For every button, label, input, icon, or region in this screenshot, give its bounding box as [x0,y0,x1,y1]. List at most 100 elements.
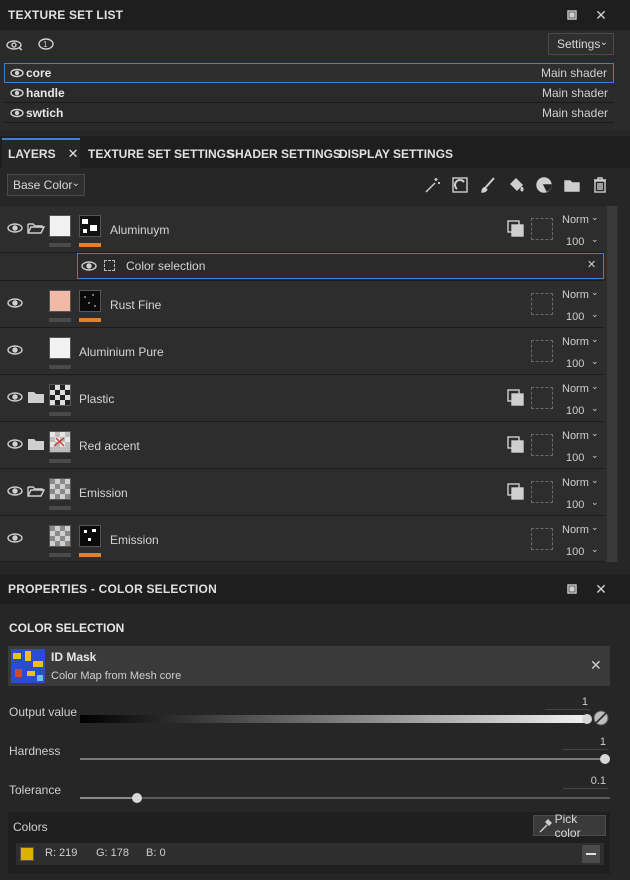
texture-set-row-handle[interactable]: handle Main shader [4,83,614,103]
blend-mode[interactable]: Norm [562,336,589,348]
id-mask-card[interactable]: ID Mask Color Map from Mesh core ✕ [8,646,610,686]
blend-mode[interactable]: Norm [562,383,589,395]
layer-opacity[interactable]: 100 [566,546,584,558]
chevron-down-icon[interactable]: ⌄ [591,381,599,392]
tolerance-slider-track[interactable] [80,797,610,799]
chevron-down-icon[interactable]: ⌄ [591,287,599,298]
chevron-down-icon[interactable]: ⌄ [591,234,599,245]
layer-name[interactable]: Red accent [79,439,140,453]
geometry-mask-icon[interactable] [507,483,525,501]
add-effect-wand-icon[interactable] [421,174,443,196]
layer-opacity[interactable]: 100 [566,452,584,464]
texture-set-row-core[interactable]: core Main shader [4,63,614,83]
color-swatch[interactable] [20,847,34,861]
delete-trash-icon[interactable] [589,174,611,196]
chevron-down-icon[interactable]: ⌄ [591,497,599,508]
eye-icon[interactable] [7,438,23,450]
eye-icon[interactable] [7,297,23,309]
eye-icon[interactable] [7,485,23,497]
texture-set-shader[interactable]: Main shader [542,106,608,120]
chevron-down-icon[interactable]: ⌄ [591,475,599,486]
tab-shader-settings[interactable]: SHADER SETTINGS [227,140,341,168]
color-picker-disabled-icon[interactable] [593,710,609,726]
tab-display-settings[interactable]: DISPLAY SETTINGS [339,140,453,168]
blend-mode[interactable]: Norm [562,477,589,489]
hardness-knob[interactable] [600,754,610,764]
output-value-number[interactable]: 1 [548,696,588,708]
undock-icon[interactable] [561,575,583,603]
hardness-slider-track[interactable] [80,758,605,760]
chevron-down-icon[interactable]: ⌄ [591,450,599,461]
texture-set-shader[interactable]: Main shader [542,86,608,100]
channel-dropdown[interactable]: Base Color ⌄ [7,174,85,196]
eye-icon[interactable] [7,391,23,403]
blend-mode[interactable]: Norm [562,524,589,536]
chevron-down-icon[interactable]: ⌄ [591,212,599,223]
layer-stack-scrollbar[interactable] [607,206,617,562]
hardness-value[interactable]: 1 [566,736,606,748]
geometry-mask-icon[interactable] [507,389,525,407]
folder-open-icon[interactable] [27,221,45,235]
tolerance-knob[interactable] [132,793,142,803]
eye-icon[interactable] [7,344,23,356]
layer-row-emission-folder[interactable]: Emission Norm ⌄ 100 ⌄ [0,469,604,516]
geometry-mask-icon[interactable] [507,220,525,238]
layer-row-rust-fine[interactable]: Rust Fine Norm ⌄ 100 ⌄ [0,281,604,328]
layer-name[interactable]: Aluminium Pure [79,345,164,359]
layer-opacity[interactable]: 100 [566,236,584,248]
layer-name[interactable]: Emission [79,486,128,500]
eye-icon[interactable] [10,68,24,78]
close-icon[interactable]: ✕ [590,575,612,603]
effect-row-color-selection[interactable]: Color selection ✕ [0,253,604,281]
remove-effect-close-icon[interactable]: ✕ [587,258,596,271]
chevron-down-icon[interactable]: ⌄ [591,334,599,345]
layer-opacity[interactable]: 100 [566,499,584,511]
chevron-down-icon[interactable]: ⌄ [591,428,599,439]
visibility-refresh-icon[interactable] [6,38,24,55]
layer-row-aluminuym[interactable]: Aluminuym Norm ⌄ 100 ⌄ [0,206,604,253]
layer-row-emission-fill[interactable]: Emission Norm ⌄ 100 ⌄ [0,516,604,562]
chevron-down-icon[interactable]: ⌄ [591,403,599,414]
blend-mode[interactable]: Norm [562,430,589,442]
tab-layers[interactable]: LAYERS ✕ [8,140,78,168]
tolerance-value[interactable]: 0.1 [566,775,606,787]
layer-row-aluminium-pure[interactable]: Aluminium Pure Norm ⌄ 100 ⌄ [0,328,604,375]
eye-icon[interactable] [10,108,24,118]
geometry-mask-icon[interactable] [507,436,525,454]
chevron-down-icon[interactable]: ⌄ [591,544,599,555]
settings-dropdown[interactable]: Settings ⌄ [548,33,614,55]
eye-icon[interactable] [7,222,23,234]
output-value-knob[interactable] [582,714,592,724]
add-fill-layer-bucket-icon[interactable] [505,174,527,196]
folder-icon[interactable] [27,437,45,451]
add-folder-icon[interactable] [561,174,583,196]
texture-set-row-swtich[interactable]: swtich Main shader [4,103,614,123]
add-mask-icon[interactable] [449,174,471,196]
eye-icon[interactable] [10,88,24,98]
texture-set-shader[interactable]: Main shader [541,66,607,80]
undock-icon[interactable] [561,1,583,29]
chevron-down-icon[interactable]: ⌄ [591,522,599,533]
layer-name[interactable]: Aluminuym [110,223,169,237]
layer-row-plastic[interactable]: Plastic Norm ⌄ 100 ⌄ [0,375,604,422]
tab-texture-set-settings[interactable]: TEXTURE SET SETTINGS [88,140,234,168]
close-icon[interactable]: ✕ [590,1,612,29]
chevron-down-icon[interactable]: ⌄ [591,309,599,320]
blend-mode[interactable]: Norm [562,289,589,301]
blend-mode[interactable]: Norm [562,214,589,226]
folder-open-icon[interactable] [27,484,45,498]
eye-icon[interactable] [7,532,23,544]
solo-icon[interactable]: 1 [38,37,56,54]
close-icon[interactable]: ✕ [590,657,602,674]
layer-opacity[interactable]: 100 [566,358,584,370]
layer-name[interactable]: Plastic [79,392,114,406]
layer-name[interactable]: Emission [110,533,159,547]
tab-close-icon[interactable]: ✕ [68,146,79,162]
chevron-down-icon[interactable]: ⌄ [591,356,599,367]
add-paint-layer-brush-icon[interactable] [477,174,499,196]
pick-color-button[interactable]: Pick color [533,812,606,840]
eye-icon[interactable] [81,260,97,272]
layer-opacity[interactable]: 100 [566,405,584,417]
layer-opacity[interactable]: 100 [566,311,584,323]
remove-color-button[interactable] [582,845,600,863]
